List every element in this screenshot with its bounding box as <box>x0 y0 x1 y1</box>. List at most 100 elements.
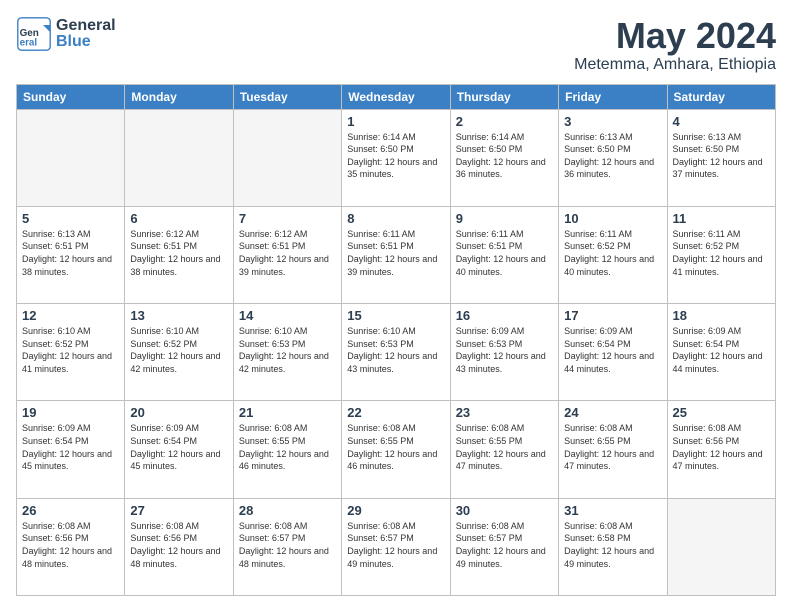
day-number: 31 <box>564 503 661 518</box>
day-number: 27 <box>130 503 227 518</box>
day-number: 15 <box>347 308 444 323</box>
day-info: Sunrise: 6:10 AMSunset: 6:53 PMDaylight:… <box>239 325 336 375</box>
day-number: 9 <box>456 211 553 226</box>
day-info: Sunrise: 6:09 AMSunset: 6:54 PMDaylight:… <box>564 325 661 375</box>
day-info: Sunrise: 6:08 AMSunset: 6:57 PMDaylight:… <box>456 520 553 570</box>
calendar-cell: 21Sunrise: 6:08 AMSunset: 6:55 PMDayligh… <box>233 401 341 498</box>
day-number: 29 <box>347 503 444 518</box>
day-info: Sunrise: 6:09 AMSunset: 6:54 PMDaylight:… <box>22 422 119 472</box>
logo-icon: Gen eral <box>16 16 52 52</box>
day-number: 13 <box>130 308 227 323</box>
weekday-header-saturday: Saturday <box>667 84 775 109</box>
calendar-cell: 25 Sunrise: 6:08 AMSunset: 6:56 PMDayligh… <box>667 401 775 498</box>
calendar-cell: 27 Sunrise: 6:08 AMSunset: 6:56 PMDayligh… <box>125 498 233 595</box>
calendar-cell <box>17 109 125 206</box>
day-number: 3 <box>564 114 661 129</box>
svg-text:eral: eral <box>20 38 38 49</box>
day-info: Sunrise: 6:08 AMSunset: 6:56 PMDaylight:… <box>22 520 119 570</box>
day-info: Sunrise: 6:12 AMSunset: 6:51 PMDaylight:… <box>130 228 227 278</box>
weekday-header-sunday: Sunday <box>17 84 125 109</box>
day-info: Sunrise: 6:13 AMSunset: 6:50 PMDaylight:… <box>673 131 770 181</box>
day-number: 24 <box>564 405 661 420</box>
day-number: 20 <box>130 405 227 420</box>
calendar-cell: 18 Sunrise: 6:09 AMSunset: 6:54 PMDayligh… <box>667 304 775 401</box>
day-number: 16 <box>456 308 553 323</box>
calendar-cell: 11 Sunrise: 6:11 AMSunset: 6:52 PMDayligh… <box>667 206 775 303</box>
day-number: 10 <box>564 211 661 226</box>
day-number: 19 <box>22 405 119 420</box>
calendar-cell: 28 Sunrise: 6:08 AMSunset: 6:57 PMDayligh… <box>233 498 341 595</box>
weekday-header-tuesday: Tuesday <box>233 84 341 109</box>
calendar-cell: 9 Sunrise: 6:11 AMSunset: 6:51 PMDaylight… <box>450 206 558 303</box>
calendar-cell <box>125 109 233 206</box>
calendar-cell: 3 Sunrise: 6:13 AMSunset: 6:50 PMDaylight… <box>559 109 667 206</box>
day-number: 14 <box>239 308 336 323</box>
weekday-header-wednesday: Wednesday <box>342 84 450 109</box>
day-number: 2 <box>456 114 553 129</box>
logo: Gen eral General Blue <box>16 16 116 52</box>
day-info: Sunrise: 6:10 AMSunset: 6:52 PMDaylight:… <box>130 325 227 375</box>
day-number: 11 <box>673 211 770 226</box>
day-number: 12 <box>22 308 119 323</box>
calendar-cell: 15 Sunrise: 6:10 AMSunset: 6:53 PMDayligh… <box>342 304 450 401</box>
day-number: 18 <box>673 308 770 323</box>
day-info: Sunrise: 6:08 AMSunset: 6:58 PMDaylight:… <box>564 520 661 570</box>
day-info: Sunrise: 6:11 AMSunset: 6:51 PMDaylight:… <box>347 228 444 278</box>
calendar-cell: 20 Sunrise: 6:09 AMSunset: 6:54 PMDayligh… <box>125 401 233 498</box>
day-info: Sunrise: 6:13 AMSunset: 6:50 PMDaylight:… <box>564 131 661 181</box>
weekday-header-friday: Friday <box>559 84 667 109</box>
calendar-cell: 1Sunrise: 6:14 AMSunset: 6:50 PMDaylight… <box>342 109 450 206</box>
calendar-header-row: SundayMondayTuesdayWednesdayThursdayFrid… <box>17 84 776 109</box>
day-number: 7 <box>239 211 336 226</box>
day-info: Sunrise: 6:08 AMSunset: 6:57 PMDaylight:… <box>347 520 444 570</box>
calendar-cell: 19 Sunrise: 6:09 AMSunset: 6:54 PMDayligh… <box>17 401 125 498</box>
weekday-header-thursday: Thursday <box>450 84 558 109</box>
day-number: 6 <box>130 211 227 226</box>
day-info: Sunrise: 6:09 AMSunset: 6:53 PMDaylight:… <box>456 325 553 375</box>
day-number: 22 <box>347 405 444 420</box>
day-info: Sunrise: 6:11 AMSunset: 6:52 PMDaylight:… <box>564 228 661 278</box>
calendar-cell: 22 Sunrise: 6:08 AMSunset: 6:55 PMDayligh… <box>342 401 450 498</box>
calendar-cell: 2Sunrise: 6:14 AMSunset: 6:50 PMDaylight… <box>450 109 558 206</box>
calendar-cell: 31 Sunrise: 6:08 AMSunset: 6:58 PMDayligh… <box>559 498 667 595</box>
title-block: May 2024 Metemma, Amhara, Ethiopia <box>574 16 776 74</box>
day-info: Sunrise: 6:10 AMSunset: 6:53 PMDaylight:… <box>347 325 444 375</box>
month-title: May 2024 <box>574 16 776 56</box>
day-info: Sunrise: 6:08 AMSunset: 6:55 PMDaylight:… <box>347 422 444 472</box>
logo-name: General Blue <box>56 18 116 50</box>
day-info: Sunrise: 6:10 AMSunset: 6:52 PMDaylight:… <box>22 325 119 375</box>
calendar-cell: 23 Sunrise: 6:08 AMSunset: 6:55 PMDayligh… <box>450 401 558 498</box>
day-number: 26 <box>22 503 119 518</box>
day-number: 23 <box>456 405 553 420</box>
location: Metemma, Amhara, Ethiopia <box>574 56 776 74</box>
day-info: Sunrise: 6:08 AMSunset: 6:56 PMDaylight:… <box>130 520 227 570</box>
calendar-cell: 16 Sunrise: 6:09 AMSunset: 6:53 PMDayligh… <box>450 304 558 401</box>
day-info: Sunrise: 6:11 AMSunset: 6:52 PMDaylight:… <box>673 228 770 278</box>
day-info: Sunrise: 6:08 AMSunset: 6:55 PMDaylight:… <box>564 422 661 472</box>
calendar-cell: 13 Sunrise: 6:10 AMSunset: 6:52 PMDayligh… <box>125 304 233 401</box>
calendar-cell: 26 Sunrise: 6:08 AMSunset: 6:56 PMDayligh… <box>17 498 125 595</box>
calendar-cell: 24 Sunrise: 6:08 AMSunset: 6:55 PMDayligh… <box>559 401 667 498</box>
calendar-cell: 14 Sunrise: 6:10 AMSunset: 6:53 PMDayligh… <box>233 304 341 401</box>
day-info: Sunrise: 6:11 AMSunset: 6:51 PMDaylight:… <box>456 228 553 278</box>
calendar-cell <box>233 109 341 206</box>
calendar-week-3: 12 Sunrise: 6:10 AMSunset: 6:52 PMDayligh… <box>17 304 776 401</box>
day-number: 28 <box>239 503 336 518</box>
day-number: 17 <box>564 308 661 323</box>
day-number: 8 <box>347 211 444 226</box>
day-number: 1 <box>347 114 444 129</box>
calendar-cell <box>667 498 775 595</box>
day-number: 4 <box>673 114 770 129</box>
day-info: Sunrise: 6:13 AMSunset: 6:51 PMDaylight:… <box>22 228 119 278</box>
day-info: Sunrise: 6:09 AMSunset: 6:54 PMDaylight:… <box>130 422 227 472</box>
calendar-week-4: 19 Sunrise: 6:09 AMSunset: 6:54 PMDayligh… <box>17 401 776 498</box>
calendar-cell: 17 Sunrise: 6:09 AMSunset: 6:54 PMDayligh… <box>559 304 667 401</box>
day-info: Sunrise: 6:08 AMSunset: 6:56 PMDaylight:… <box>673 422 770 472</box>
day-number: 25 <box>673 405 770 420</box>
day-info: Sunrise: 6:08 AMSunset: 6:57 PMDaylight:… <box>239 520 336 570</box>
day-info: Sunrise: 6:08 AMSunset: 6:55 PMDaylight:… <box>456 422 553 472</box>
day-info: Sunrise: 6:09 AMSunset: 6:54 PMDaylight:… <box>673 325 770 375</box>
calendar-cell: 30 Sunrise: 6:08 AMSunset: 6:57 PMDayligh… <box>450 498 558 595</box>
day-info: Sunrise: 6:12 AMSunset: 6:51 PMDaylight:… <box>239 228 336 278</box>
day-number: 30 <box>456 503 553 518</box>
